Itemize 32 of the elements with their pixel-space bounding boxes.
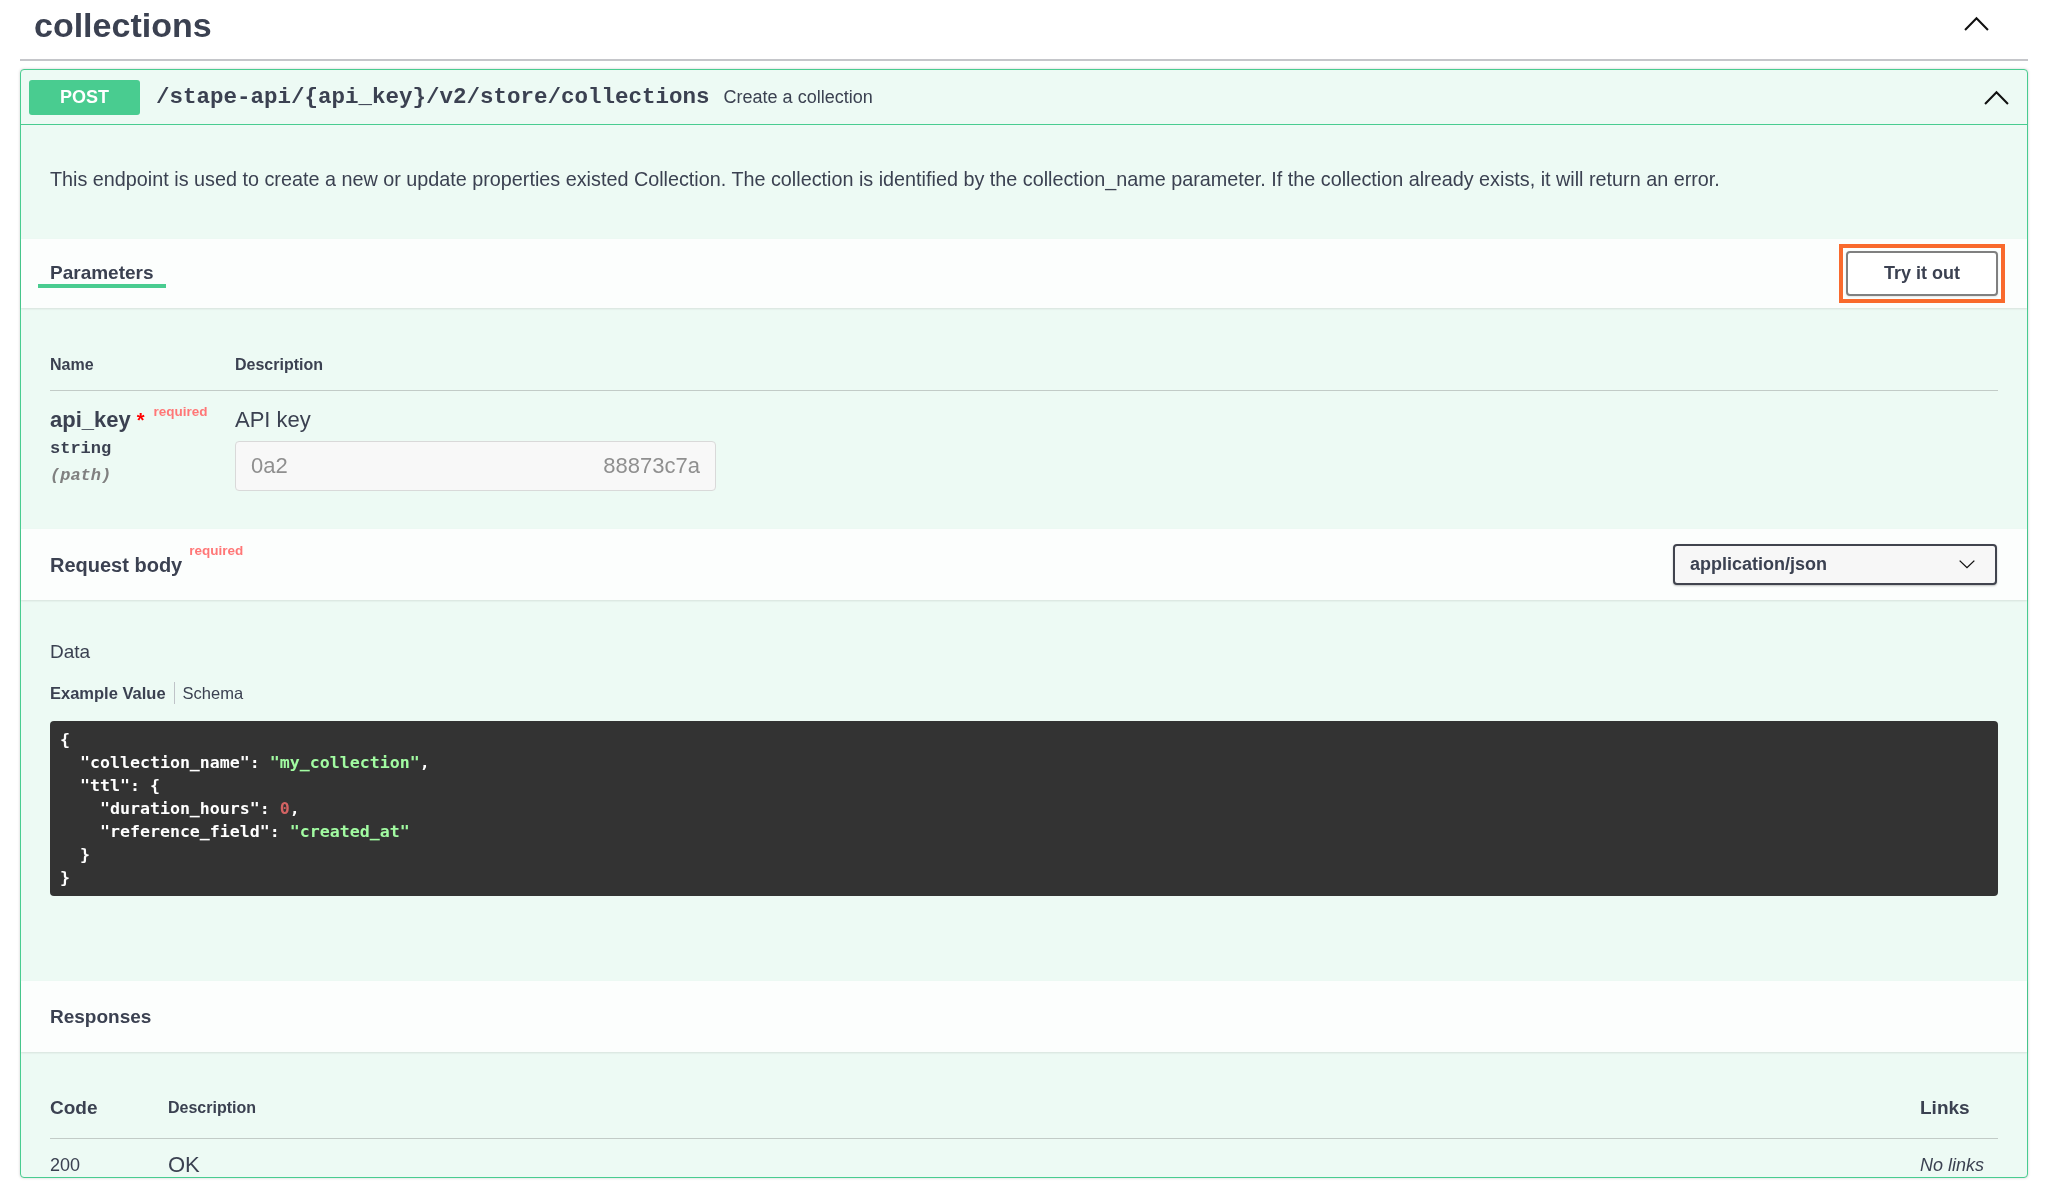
code-block: { "collection_name": "my_collection", "ttl": { "duration_hours": 0, "reference_field": "created_at" } } <box>50 721 1998 896</box>
parameter-name: api_key <box>50 407 131 433</box>
parameter-location: (path) <box>50 466 112 485</box>
chevron-up-icon[interactable] <box>1984 89 2009 105</box>
column-header: Links <box>1920 1097 1970 1118</box>
column-header: Description <box>235 356 323 373</box>
column-header: Description <box>168 1099 256 1116</box>
try-it-out-button[interactable]: Try it out <box>1846 251 1998 296</box>
parameters-tab[interactable]: Parameters <box>38 255 166 288</box>
chevron-up-icon[interactable] <box>1964 16 1989 31</box>
required-asterisk: * <box>136 408 145 433</box>
method-badge: POST <box>29 79 140 115</box>
media-type-label: Data <box>50 641 91 662</box>
content-type-select[interactable]: application/json <box>1673 544 1997 585</box>
parameter-description: API key <box>235 407 311 432</box>
parameter-type: string <box>50 439 112 458</box>
response-description: OK <box>168 1152 200 1177</box>
section-title: collections <box>34 5 212 45</box>
chevron-down-icon[interactable] <box>1959 560 1975 569</box>
response-links: No links <box>1920 1155 1985 1175</box>
response-code: 200 <box>50 1155 81 1175</box>
required-label: required <box>153 404 208 420</box>
column-header: Name <box>50 356 94 373</box>
endpoint-description: This endpoint is used to create a new or update properties existed Collection. The collection is identified by the collection_name parameter. If the collection already exists, it will return an error. <box>49 167 1721 193</box>
example-tab[interactable]: Example Value <box>50 682 175 704</box>
endpoint-summary: Create a collection <box>723 86 873 108</box>
column-header: Code <box>50 1097 98 1118</box>
responses-title: Responses <box>50 1005 152 1028</box>
example-tab[interactable]: Schema <box>174 682 252 704</box>
request-body-title: Request body <box>50 552 183 577</box>
endpoint-path: /stape-api/{api_key}/v2/store/collections <box>156 84 710 110</box>
required-label: required <box>189 542 244 559</box>
